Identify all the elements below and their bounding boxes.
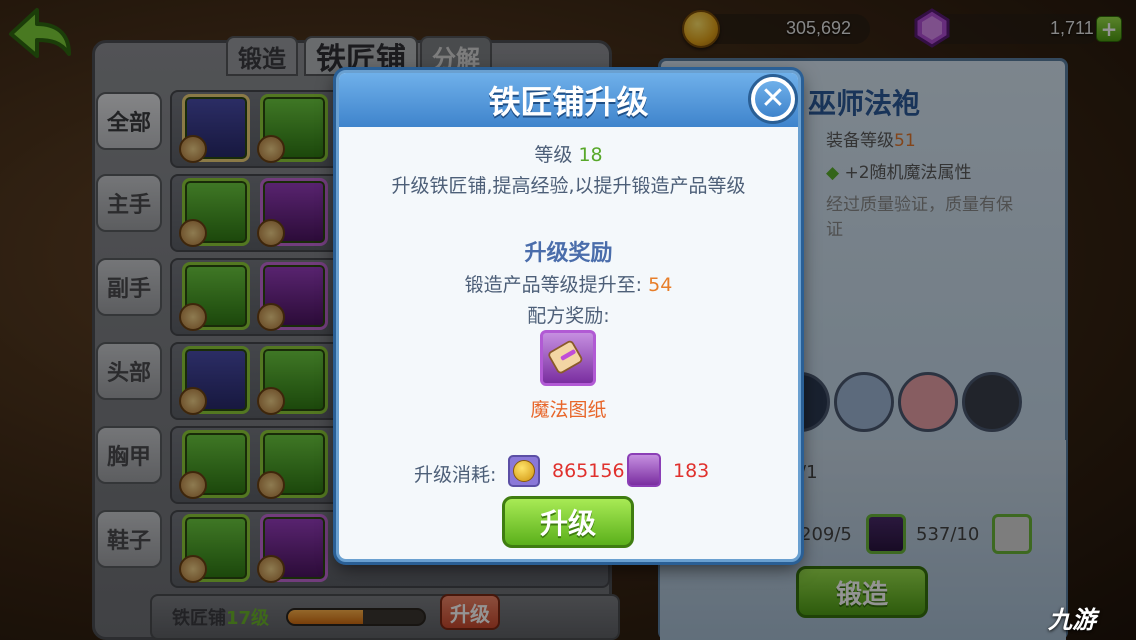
dialog-title: 铁匠铺升级 <box>339 73 798 127</box>
scroll-icon <box>548 340 583 374</box>
close-icon: ✕ <box>755 81 791 117</box>
watermark-logo: 九游 <box>1048 606 1096 634</box>
level-value: 18 <box>578 144 603 166</box>
cost-scroll-icon <box>627 453 661 487</box>
cost-gold-icon <box>508 455 540 487</box>
cost-label: 升级消耗: <box>414 464 497 486</box>
upgrade-description: 升级铁匠铺,提高经验,以提升锻造产品等级 <box>391 175 746 197</box>
product-level-label: 锻造产品等级提升至: <box>464 274 643 296</box>
product-level-value: 54 <box>648 274 673 296</box>
recipe-scroll-icon[interactable] <box>540 330 596 386</box>
product-level-line: 锻造产品等级提升至: 54 <box>336 270 801 297</box>
reward-title: 升级奖励 <box>524 241 613 266</box>
recipe-label: 配方奖励: <box>527 305 610 327</box>
upgrade-button[interactable]: 升级 <box>502 496 634 548</box>
level-label: 等级 <box>534 144 573 166</box>
smithy-level-line: 等级 18 <box>336 140 801 167</box>
cost-gold-value: 865156 <box>552 460 625 482</box>
cost-scroll-value: 183 <box>673 460 710 482</box>
recipe-name: 魔法图纸 <box>530 399 607 421</box>
close-button[interactable]: ✕ <box>748 74 798 124</box>
